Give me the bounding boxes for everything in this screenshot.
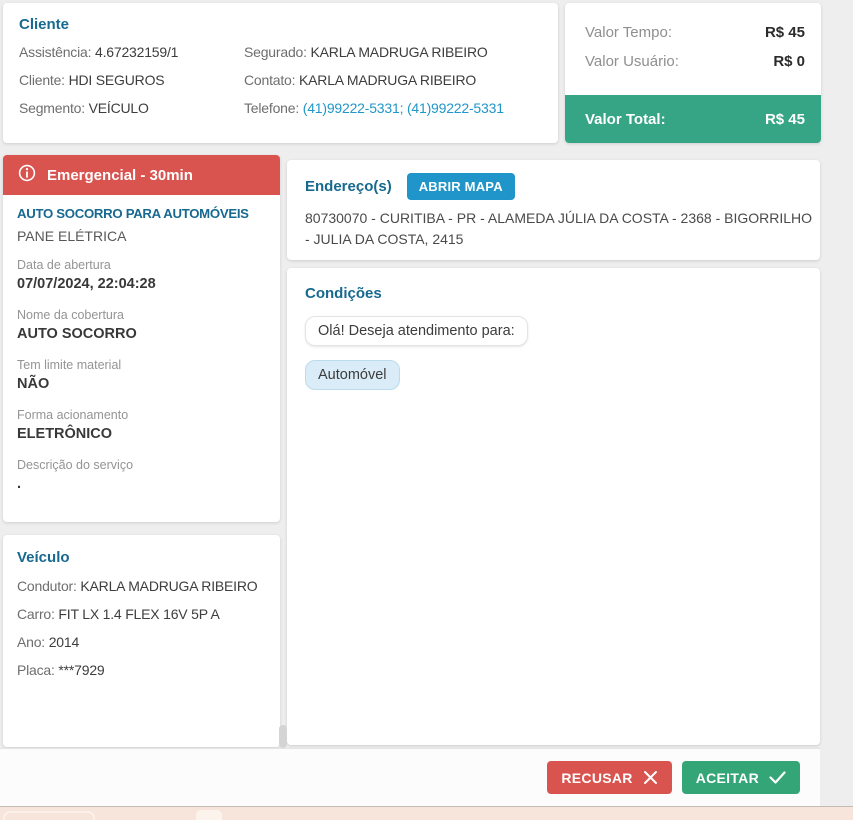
client-column-left: Assistência: 4.67232159/1 Cliente: HDI S… — [19, 38, 244, 122]
driver-row: Condutor: KARLA MADRUGA RIBEIRO — [17, 572, 266, 600]
field-value: ***7929 — [58, 662, 105, 678]
assistance-row: Assistência: 4.67232159/1 — [19, 38, 244, 66]
field-group-material-limit: Tem limite material NÃO — [17, 357, 266, 394]
field-label: Telefone: — [244, 100, 300, 116]
conditions-card: Condições Olá! Deseja atendimento para: … — [287, 268, 820, 745]
chat-message-line: Automóvel — [305, 360, 802, 390]
field-value: AUTO SOCORRO — [17, 326, 137, 342]
phone-link[interactable]: (41)99222-5331; (41)99222-5331 — [303, 100, 504, 116]
vehicle-card: Veículo Condutor: KARLA MADRUGA RIBEIRO … — [3, 535, 280, 747]
footer-action-bar: RECUSAR ACEITAR — [0, 748, 820, 806]
field-label: Segmento: — [19, 100, 85, 116]
plate-row: Placa: ***7929 — [17, 656, 266, 684]
field-value: NÃO — [17, 376, 50, 392]
address-card-title: Endereço(s) — [305, 178, 392, 195]
phone-row: Telefone: (41)99222-5331; (41)99222-5331 — [244, 94, 542, 122]
field-label: Assistência: — [19, 44, 92, 60]
field-label: Ano: — [17, 634, 45, 650]
price-value: R$ 0 — [773, 53, 805, 70]
field-value: HDI SEGUROS — [68, 72, 165, 88]
field-label: Segurado: — [244, 44, 307, 60]
service-title: AUTO SOCORRO PARA AUTOMÓVEIS — [17, 206, 249, 221]
field-label: Tem limite material — [17, 358, 122, 372]
field-group-coverage: Nome da cobertura AUTO SOCORRO — [17, 307, 266, 344]
field-value: ELETRÔNICO — [17, 426, 113, 442]
reject-button[interactable]: RECUSAR — [547, 761, 672, 794]
year-row: Ano: 2014 — [17, 628, 266, 656]
address-header: Endereço(s) ABRIR MAPA — [305, 173, 802, 200]
chat-message-line: Olá! Deseja atendimento para: — [305, 316, 802, 346]
field-label: Contato: — [244, 72, 296, 88]
contact-row: Contato: KARLA MADRUGA RIBEIRO — [244, 66, 542, 94]
service-body: AUTO SOCORRO PARA AUTOMÓVEIS PANE ELÉTRI… — [3, 195, 280, 505]
field-group-activation: Forma acionamento ELETRÔNICO — [17, 407, 266, 444]
check-icon — [769, 771, 786, 784]
client-row: Cliente: HDI SEGUROS — [19, 66, 244, 94]
conditions-card-title: Condições — [305, 285, 382, 302]
field-label: Cliente: — [19, 72, 65, 88]
client-card-title: Cliente — [19, 16, 70, 33]
field-label: Forma acionamento — [17, 408, 129, 422]
background-app-element — [196, 810, 222, 820]
address-text: 80730070 - CURITIBA - PR - ALAMEDA JÚLIA… — [305, 210, 813, 247]
client-card: Cliente Assistência: 4.67232159/1 Client… — [3, 3, 558, 143]
price-row-time: Valor Tempo: R$ 45 — [565, 24, 821, 41]
field-label: Placa: — [17, 662, 55, 678]
field-label: Condutor: — [17, 578, 77, 594]
total-label: Valor Total: — [585, 110, 666, 128]
field-value: FIT LX 1.4 FLEX 16V 5P A — [58, 606, 220, 622]
info-icon — [18, 164, 36, 186]
emergency-header: Emergencial - 30min — [3, 155, 280, 195]
service-subtitle: PANE ELÉTRICA — [17, 228, 127, 244]
dispatch-modal: Cliente Assistência: 4.67232159/1 Client… — [0, 0, 853, 820]
price-value: R$ 45 — [764, 24, 805, 41]
open-map-button[interactable]: ABRIR MAPA — [406, 173, 515, 200]
price-row-user: Valor Usuário: R$ 0 — [565, 53, 821, 70]
insured-row: Segurado: KARLA MADRUGA RIBEIRO — [244, 38, 542, 66]
accept-button-label: ACEITAR — [695, 769, 759, 786]
vehicle-card-title: Veículo — [17, 549, 70, 566]
chat-message: Olá! Deseja atendimento para: — [305, 316, 528, 346]
field-group-open-date: Data de abertura 07/07/2024, 22:04:28 — [17, 257, 266, 294]
field-label: Nome da cobertura — [17, 308, 125, 322]
field-value: 07/07/2024, 22:04:28 — [17, 276, 156, 292]
field-value: KARLA MADRUGA RIBEIRO — [310, 44, 488, 60]
field-label: Carro: — [17, 606, 55, 622]
car-row: Carro: FIT LX 1.4 FLEX 16V 5P A — [17, 600, 266, 628]
emergency-header-label: Emergencial - 30min — [47, 166, 193, 184]
address-card: Endereço(s) ABRIR MAPA 80730070 - CURITI… — [287, 160, 820, 260]
service-card: Emergencial - 30min AUTO SOCORRO PARA AU… — [3, 155, 280, 522]
close-icon — [643, 770, 658, 785]
client-columns: Assistência: 4.67232159/1 Cliente: HDI S… — [19, 38, 542, 122]
field-label: Descrição do serviço — [17, 458, 134, 472]
price-label: Valor Usuário: — [585, 53, 679, 70]
field-value: KARLA MADRUGA RIBEIRO — [80, 578, 258, 594]
background-app-strip — [0, 806, 853, 820]
field-label: Data de abertura — [17, 258, 111, 272]
field-value: . — [17, 476, 22, 492]
reject-button-label: RECUSAR — [561, 769, 633, 786]
field-group-description: Descrição do serviço . — [17, 457, 266, 494]
segment-row: Segmento: VEÍCULO — [19, 94, 244, 122]
pricing-card: Valor Tempo: R$ 45 Valor Usuário: R$ 0 V… — [565, 3, 821, 143]
field-value: KARLA MADRUGA RIBEIRO — [299, 72, 477, 88]
total-value: R$ 45 — [764, 110, 805, 128]
background-app-element — [3, 811, 95, 820]
client-column-right: Segurado: KARLA MADRUGA RIBEIRO Contato:… — [244, 38, 542, 122]
accept-button[interactable]: ACEITAR — [681, 761, 800, 794]
chat-message-reply: Automóvel — [305, 360, 400, 390]
price-total-bar: Valor Total: R$ 45 — [565, 95, 821, 143]
price-label: Valor Tempo: — [585, 24, 672, 41]
field-value: VEÍCULO — [88, 100, 149, 116]
field-value: 4.67232159/1 — [95, 44, 179, 60]
field-value: 2014 — [48, 634, 80, 650]
vertical-scrollbar-thumb[interactable] — [279, 725, 287, 748]
